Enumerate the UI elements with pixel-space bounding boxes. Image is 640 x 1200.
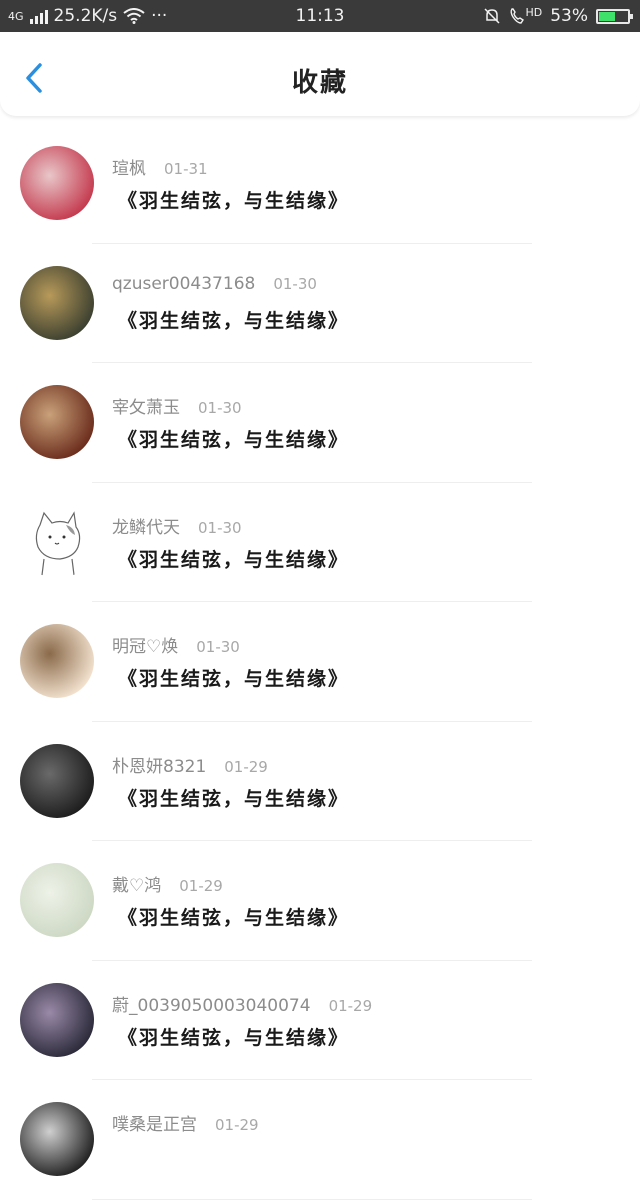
avatar[interactable]: [20, 624, 94, 698]
favorite-list-item[interactable]: 明冠♡焕 01-30 《羽生结弦，与生结缘》: [0, 602, 640, 722]
mute-bell-icon: [484, 8, 500, 24]
item-meta: 瑄枫 01-31: [112, 154, 208, 179]
avatar[interactable]: [20, 504, 94, 579]
avatar[interactable]: [20, 146, 94, 220]
item-meta: 蔚_0039050003040074 01-29: [112, 991, 372, 1016]
user-name[interactable]: 朴恩妍8321: [112, 752, 206, 777]
favorite-list-item[interactable]: 宰攵萧玉 01-30 《羽生结弦，与生结缘》: [0, 363, 640, 483]
item-content[interactable]: 《羽生结弦，与生结缘》: [118, 664, 349, 691]
battery-fill: [599, 11, 615, 21]
user-name[interactable]: 宰攵萧玉: [112, 393, 180, 418]
item-content[interactable]: 《羽生结弦，与生结缘》: [118, 545, 349, 572]
favorite-list-item[interactable]: 龙鳞代天 01-30 《羽生结弦，与生结缘》: [0, 483, 640, 602]
hd-call-icon: [510, 8, 525, 24]
top-bar: 收藏: [0, 32, 640, 116]
item-date: 01-30: [198, 518, 242, 537]
item-meta: 宰攵萧玉 01-30: [112, 393, 242, 418]
item-date: 01-29: [224, 757, 268, 776]
favorite-list-item[interactable]: qzuser00437168 01-30 《羽生结弦，与生结缘》: [0, 244, 640, 363]
user-name[interactable]: 明冠♡焕: [112, 632, 178, 657]
item-content[interactable]: 《羽生结弦，与生结缘》: [118, 186, 349, 213]
item-content[interactable]: 《羽生结弦，与生结缘》: [118, 425, 349, 452]
clock: 11:13: [295, 6, 345, 26]
favorite-list-item[interactable]: 戴♡鸿 01-29 《羽生结弦，与生结缘》: [0, 841, 640, 961]
item-date: 01-29: [179, 877, 223, 895]
battery-icon: [596, 8, 633, 24]
user-name[interactable]: 噗桑是正宫: [112, 1110, 197, 1135]
avatar[interactable]: [20, 385, 94, 459]
item-content[interactable]: 《羽生结弦，与生结缘》: [118, 1023, 349, 1050]
divider: [92, 1198, 532, 1200]
item-meta: 噗桑是正宫 01-29: [112, 1110, 259, 1135]
cat-sketch-icon: [35, 510, 81, 575]
item-meta: 朴恩妍8321 01-29: [112, 752, 268, 777]
favorite-list-item[interactable]: 蔚_0039050003040074 01-29 《羽生结弦，与生结缘》: [0, 961, 640, 1080]
item-date: 01-29: [215, 1116, 259, 1134]
user-name[interactable]: 龙鳞代天: [112, 513, 180, 538]
status-bar: 4G 25.2K/s ··· 11:13 HD 53%: [0, 0, 640, 32]
user-name[interactable]: 戴♡鸿: [112, 871, 161, 896]
avatar[interactable]: [20, 743, 94, 818]
avatar[interactable]: [20, 265, 94, 340]
user-name[interactable]: qzuser00437168: [112, 274, 255, 294]
item-date: 01-29: [328, 996, 373, 1015]
favorite-list-item[interactable]: 瑄枫 01-31 《羽生结弦，与生结缘》: [0, 124, 640, 244]
item-content[interactable]: 《羽生结弦，与生结缘》: [118, 306, 349, 333]
favorites-list: 瑄枫 01-31 《羽生结弦，与生结缘》 qzuser00437168 01-30 《羽生…: [0, 124, 640, 1200]
item-meta: 戴♡鸿 01-29: [112, 871, 223, 896]
user-name[interactable]: 蔚_0039050003040074: [112, 991, 311, 1016]
item-content[interactable]: 《羽生结弦，与生结缘》: [118, 784, 349, 811]
page-title: 收藏: [291, 68, 348, 98]
item-date: 01-30: [196, 638, 240, 656]
avatar[interactable]: [20, 982, 94, 1057]
avatar[interactable]: [20, 863, 94, 937]
item-content[interactable]: 《羽生结弦，与生结缘》: [118, 903, 349, 930]
item-meta: qzuser00437168 01-30: [112, 274, 317, 294]
item-date: 01-30: [198, 399, 242, 417]
avatar[interactable]: [20, 1102, 94, 1176]
item-date: 01-31: [164, 160, 208, 178]
battery-percent: 53%: [550, 6, 588, 26]
item-meta: 明冠♡焕 01-30: [112, 632, 240, 657]
favorite-list-item[interactable]: 朴恩妍8321 01-29 《羽生结弦，与生结缘》: [0, 722, 640, 841]
hd-label: HD: [525, 5, 543, 19]
item-date: 01-30: [273, 274, 317, 293]
favorite-list-item[interactable]: 噗桑是正宫 01-29: [0, 1080, 640, 1200]
user-name[interactable]: 瑄枫: [112, 154, 146, 179]
item-meta: 龙鳞代天 01-30: [112, 513, 242, 538]
